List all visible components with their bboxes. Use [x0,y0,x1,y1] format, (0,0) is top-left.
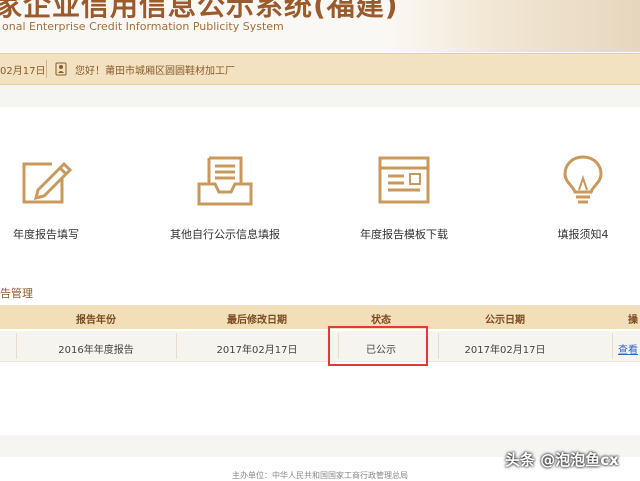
section-title: 告管理 [0,287,33,300]
current-date: 02月17日 [0,66,46,77]
action-label: 年度报告填写 [13,228,79,241]
action-panel: 年度报告填写 其他自行公示信息填报 年度报告模板下载 填报须知4 [0,108,640,280]
footer-text: 主办单位：中华人民共和国国家工商行政管理总局 [232,471,408,480]
header-decoration [390,0,640,52]
filing-notice-button[interactable]: 填报须知4 [546,154,620,242]
site-subtitle: onal Enterprise Credit Information Publi… [2,20,284,33]
user-info-bar: 02月17日 您好！莆田市城厢区圆圆鞋材加工厂 [0,53,640,85]
column-header-modified: 最后修改日期 [227,315,287,326]
other-disclosure-button[interactable]: 其他自行公示信息填报 [160,154,290,242]
cell-year: 2016年年度报告 [58,345,134,356]
watermark: 头条 @泡泡鱼cx [505,451,619,469]
spacer [0,85,640,107]
site-header: 家企业信用信息公示系统(福建) onal Enterprise Credit I… [0,0,640,52]
user-icon [55,62,67,76]
report-template-download-button[interactable]: 年度报告模板下载 [352,154,456,242]
view-report-link[interactable]: 查看 [618,341,640,356]
column-header-published: 公示日期 [485,315,525,326]
pencil-edit-icon [22,161,73,204]
action-label: 年度报告模板下载 [360,228,448,241]
cell-modified: 2017年02月17日 [216,345,298,356]
action-label: 其他自行公示信息填报 [170,228,280,241]
cell-published: 2017年02月17日 [464,345,546,356]
table-row: 2016年年度报告 2017年02月17日 已公示 2017年02月17日 查看 [0,331,640,362]
action-label: 填报须知4 [557,228,609,241]
column-header-year: 报告年份 [76,315,116,326]
column-header-status: 状态 [371,315,391,326]
cell-divider [612,333,613,359]
table-header: 报告年份 最后修改日期 状态 公示日期 操 [0,305,640,329]
lightbulb-icon [563,155,603,204]
divider [46,60,47,78]
column-header-action: 操 [628,315,638,326]
document-template-icon [378,156,430,204]
annual-report-fill-button[interactable]: 年度报告填写 [8,154,84,242]
greeting-text: 您好！莆田市城厢区圆圆鞋材加工厂 [75,66,235,77]
inbox-tray-icon [197,156,253,206]
status-highlight-box [328,326,428,366]
